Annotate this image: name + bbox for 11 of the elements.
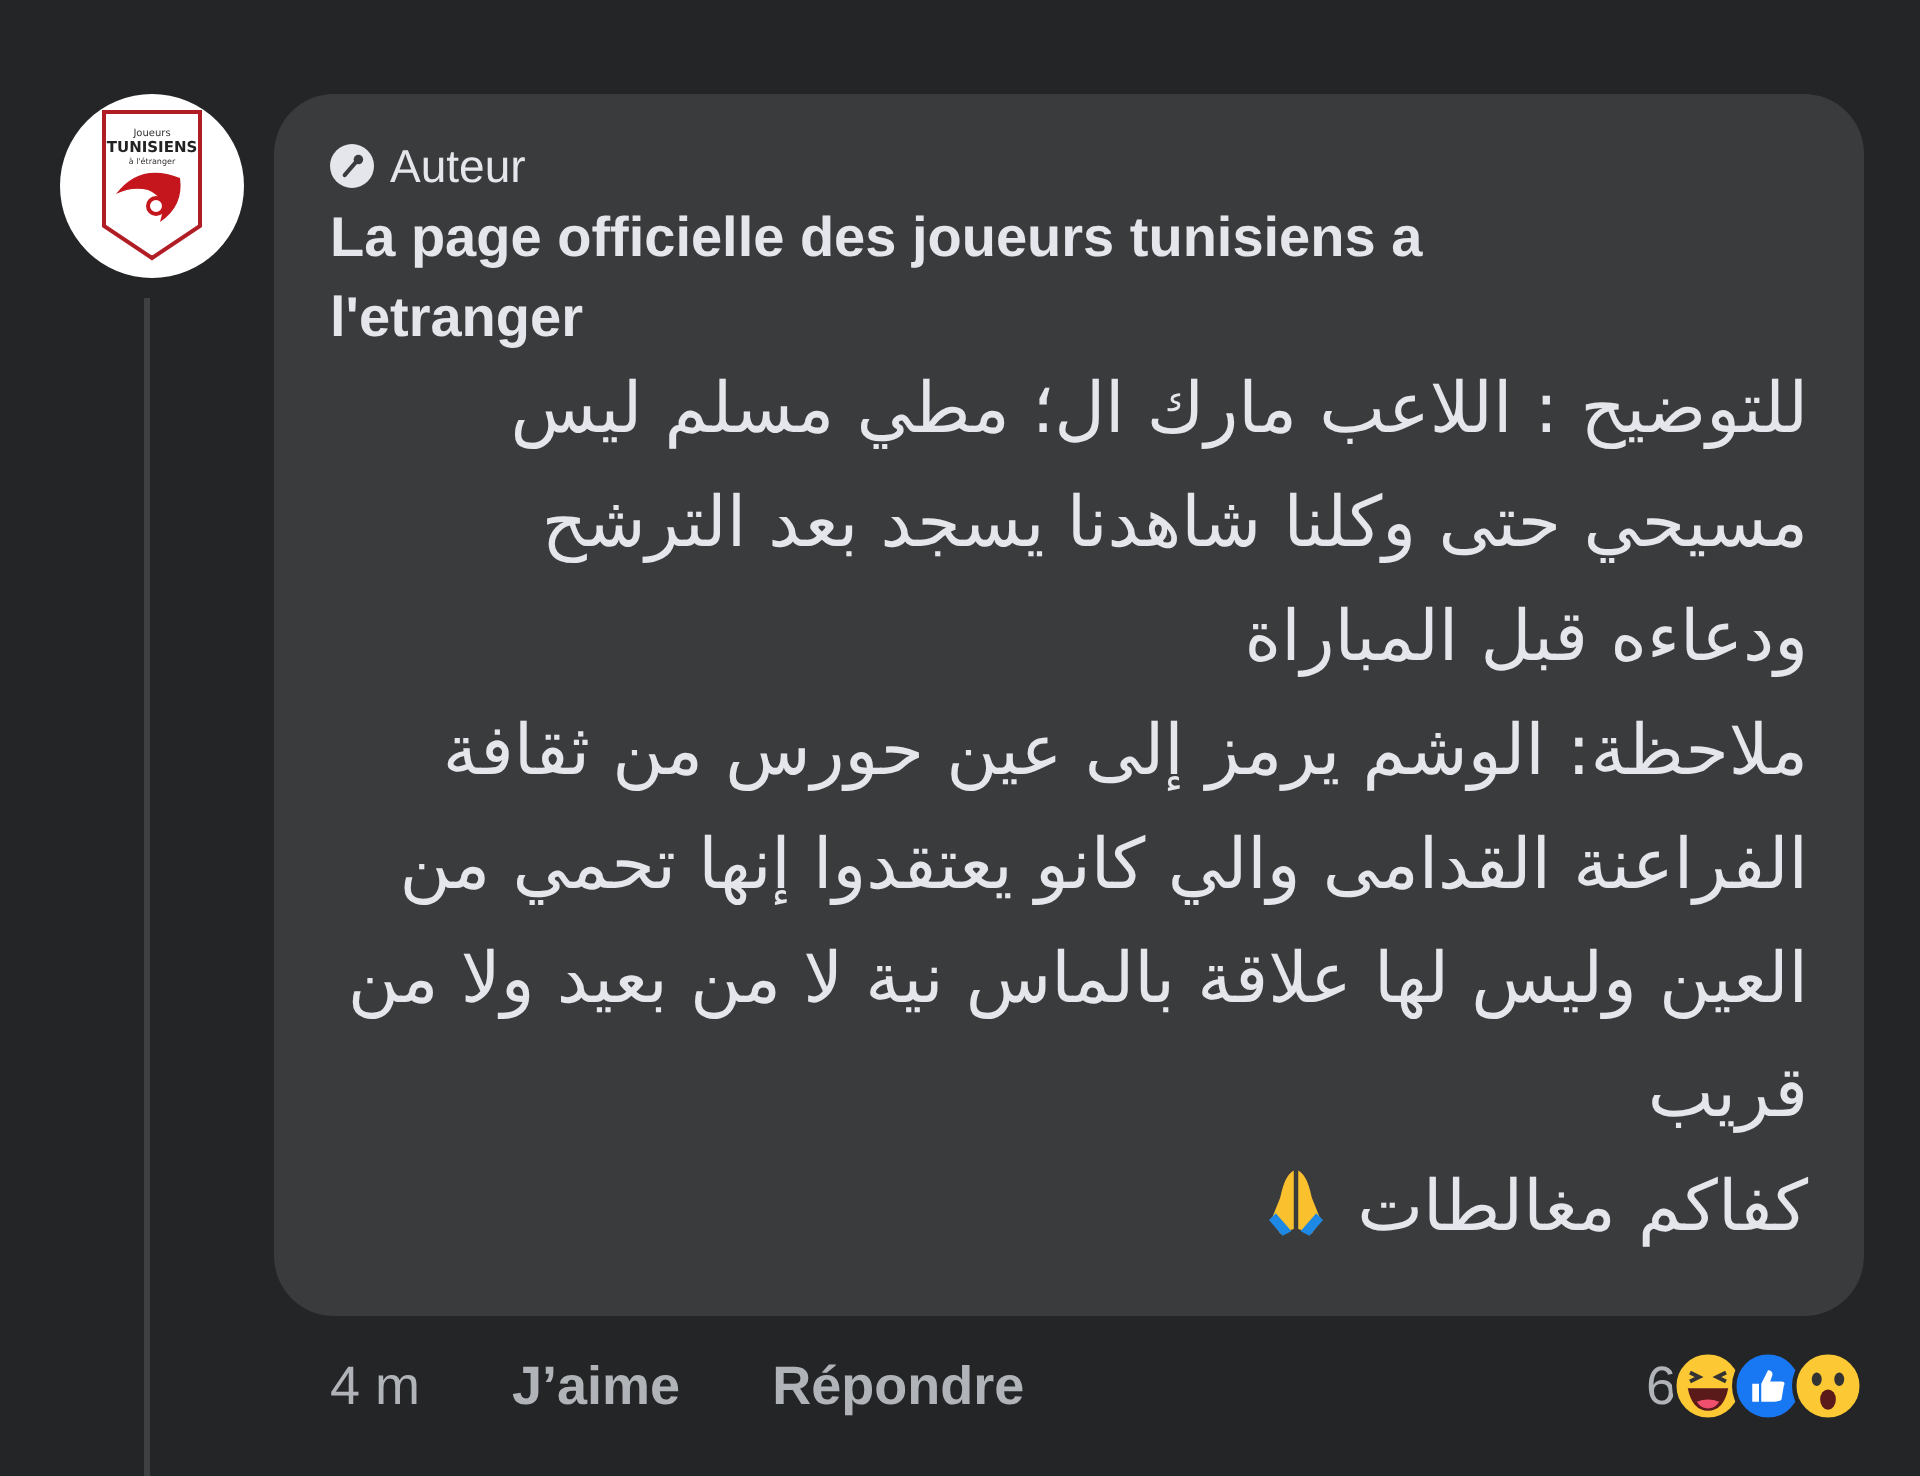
reply-link[interactable]: Répondre <box>772 1355 1025 1417</box>
author-label: Auteur <box>390 139 526 193</box>
comment-text: ملاحظة: الوشم يرمز إلى عين حورس من ثقافة الفراعنة القدامى والي كانو يعتقدوا إنها تحمي من العين وليس لها علاقة بالماس نية لا من بعيد ولا من قريب <box>345 710 1808 1138</box>
comment-text: كفاكم مغالطات <box>330 1152 1808 1266</box>
reaction-count[interactable]: 6 <box>1645 1355 1676 1417</box>
like-link[interactable]: J’aime <box>512 1355 681 1417</box>
surprised-face-icon[interactable] <box>1792 1350 1864 1422</box>
author-name-link[interactable]: La page officielle des joueurs tunisiens a l'etranger <box>330 198 1690 358</box>
comment-text: للتوضيح : اللاعب مارك ال؛ مطي مسلم ليس مسيحي حتى وكلنا شاهدنا يسجد بعد الترشح ودعاءه قبل المباراة <box>508 368 1808 682</box>
microphone-icon <box>330 144 374 188</box>
comment-time[interactable]: 4 m <box>330 1355 421 1417</box>
